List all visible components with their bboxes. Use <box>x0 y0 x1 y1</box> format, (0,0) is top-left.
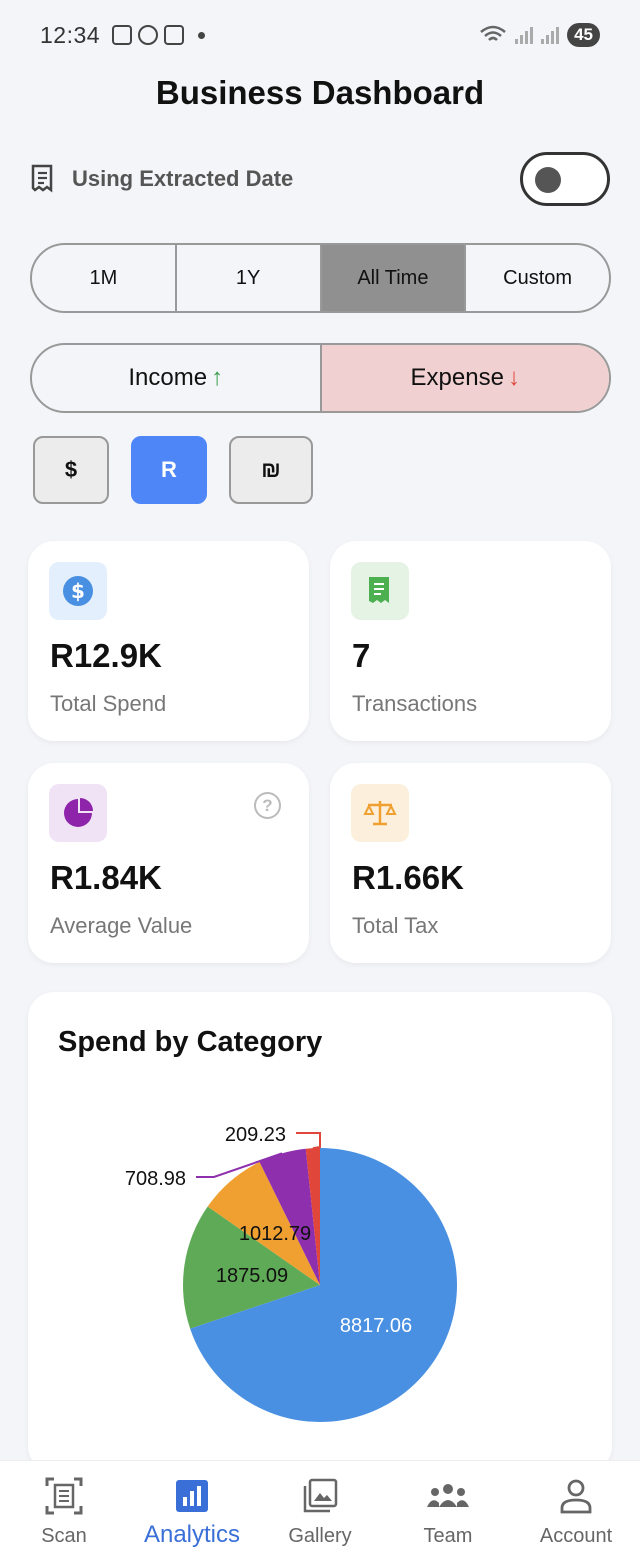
nav-item-account[interactable]: Account <box>512 1461 640 1564</box>
transactions-label: Transactions <box>352 691 478 716</box>
notification-dot-icon <box>198 31 206 39</box>
tab-all-time[interactable]: All Time <box>321 245 467 311</box>
receipt-icon <box>351 562 409 620</box>
nav-item-gallery[interactable]: Gallery <box>256 1461 384 1564</box>
currency-ils-button[interactable]: ₪ <box>229 436 313 504</box>
income-label: Income <box>128 364 208 391</box>
pie-label-3: 708.98 <box>125 1168 186 1190</box>
pie-leader-line-4 <box>296 1132 321 1150</box>
help-icon[interactable]: ? <box>254 792 281 819</box>
transactions-card: 7 Transactions <box>330 541 611 741</box>
tab-income[interactable]: Income ↑ <box>32 345 322 411</box>
tab-1m[interactable]: 1M <box>32 245 177 311</box>
team-icon <box>426 1475 470 1517</box>
currency-usd-button[interactable]: $ <box>33 436 109 504</box>
nav-item-team[interactable]: Team <box>384 1461 512 1564</box>
currency-selector: $ R ₪ <box>33 436 313 504</box>
pie-chart-icon <box>49 784 107 842</box>
transactions-value: 7 <box>352 637 371 674</box>
pie-label-2: 1012.79 <box>239 1223 311 1245</box>
extracted-date-label: Using Extracted Date <box>72 166 294 191</box>
nav-item-analytics[interactable]: Analytics <box>128 1461 256 1564</box>
nav-label-analytics: Analytics <box>143 1521 241 1548</box>
pie-label-1: 1875.09 <box>216 1265 288 1287</box>
bottom-nav: Scan Analytics Gallery Team Account <box>0 1460 640 1564</box>
tab-expense[interactable]: Expense ↓ <box>321 345 609 411</box>
dollar-icon: $ <box>49 562 107 620</box>
scan-icon <box>44 1475 84 1517</box>
signal-icon-2 <box>541 26 560 44</box>
arrow-down-icon: ↓ <box>507 364 520 391</box>
gallery-icon <box>301 1475 339 1517</box>
period-selector: 1M 1Y All Time Custom <box>30 243 611 313</box>
extracted-date-toggle[interactable] <box>520 152 610 206</box>
nav-item-scan[interactable]: Scan <box>0 1461 128 1564</box>
screenshot-icon <box>112 25 133 45</box>
device-icon <box>164 25 185 45</box>
whatsapp-icon <box>138 25 159 45</box>
total-tax-value: R1.66K <box>352 859 464 896</box>
nav-label-account: Account <box>539 1525 613 1547</box>
tab-1y[interactable]: 1Y <box>177 245 322 311</box>
status-time: 12:34 <box>40 21 101 48</box>
pie-label-0: 8817.06 <box>340 1315 412 1337</box>
extracted-date-row: Using Extracted Date <box>30 150 610 208</box>
account-icon <box>560 1475 592 1517</box>
total-tax-card: R1.66K Total Tax <box>330 763 611 963</box>
nav-label-scan: Scan <box>41 1525 87 1547</box>
analytics-icon <box>175 1475 209 1517</box>
scales-icon <box>351 784 409 842</box>
arrow-up-icon: ↑ <box>211 364 224 391</box>
page-title: Business Dashboard <box>155 74 485 111</box>
signal-icon <box>515 26 534 44</box>
pie-label-4: 209.23 <box>225 1124 286 1146</box>
average-value-value: R1.84K <box>50 859 162 896</box>
total-spend-value: R12.9K <box>50 637 162 674</box>
expense-label: Expense <box>410 364 504 391</box>
wifi-icon <box>480 25 506 41</box>
total-spend-label: Total Spend <box>50 691 167 716</box>
spend-by-category-card: Spend by Category 8817.06 1875.09 1012.79 7… <box>28 992 612 1472</box>
receipt-icon <box>31 164 53 193</box>
average-value-card: ? R1.84K Average Value <box>28 763 309 963</box>
battery-icon: 45 <box>567 23 600 47</box>
pie-chart: 8817.06 1875.09 1012.79 708.98 209.23 <box>125 1124 457 1422</box>
toggle-knob <box>535 167 561 193</box>
total-tax-label: Total Tax <box>352 913 439 938</box>
total-spend-card: $ R12.9K Total Spend <box>28 541 309 741</box>
nav-label-team: Team <box>423 1525 473 1547</box>
currency-zar-button[interactable]: R <box>131 436 207 504</box>
svg-text:$: $ <box>71 579 85 603</box>
type-selector: Income ↑ Expense ↓ <box>30 343 611 413</box>
tab-custom[interactable]: Custom <box>466 245 609 311</box>
notification-icons <box>112 25 185 45</box>
nav-label-gallery: Gallery <box>288 1525 352 1547</box>
status-bar: 12:34 45 <box>0 0 640 70</box>
average-value-label: Average Value <box>50 913 193 938</box>
